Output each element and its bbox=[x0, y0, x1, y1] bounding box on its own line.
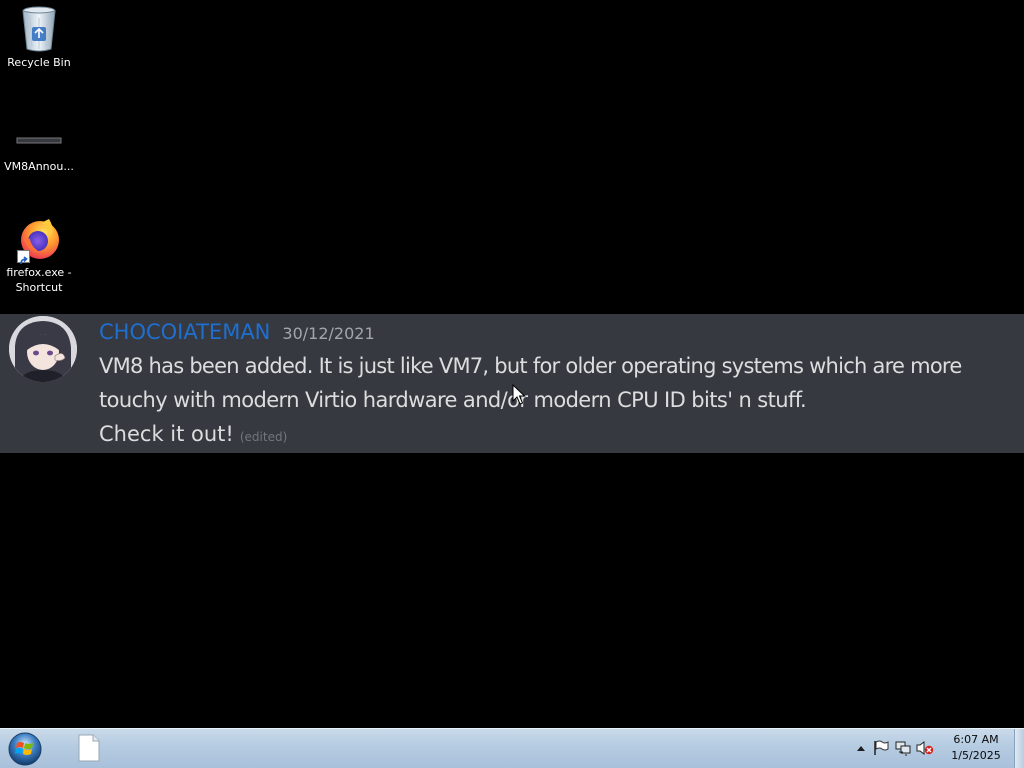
desktop-icon-recycle-bin[interactable]: Recycle Bin bbox=[0, 5, 78, 70]
windows-orb-icon bbox=[8, 732, 42, 766]
desktop-icon-label: Recycle Bin bbox=[7, 56, 71, 69]
taskbar-item-document[interactable] bbox=[64, 730, 114, 766]
edited-indicator: (edited) bbox=[239, 430, 288, 444]
firefox-icon bbox=[15, 215, 63, 265]
start-button[interactable] bbox=[5, 731, 45, 767]
notification-area: 6:07 AM 1/5/2025 bbox=[852, 729, 1012, 767]
recycle-bin-icon bbox=[15, 5, 63, 53]
desktop-icon-label: firefox.exe - Shortcut bbox=[6, 266, 72, 294]
message-line-final: Check it out! (edited) bbox=[99, 417, 1014, 454]
blank-document-icon bbox=[78, 734, 100, 762]
desktop-icon-label: VM8Annou... bbox=[4, 160, 74, 173]
desktop-icon-firefox-shortcut[interactable]: firefox.exe - Shortcut bbox=[0, 215, 78, 295]
network-icon[interactable] bbox=[894, 739, 912, 757]
author-avatar bbox=[9, 316, 77, 382]
clock-time: 6:07 AM bbox=[953, 733, 999, 746]
clock[interactable]: 6:07 AM 1/5/2025 bbox=[946, 732, 1006, 764]
message-line: VM8 has been added. It is just like VM7,… bbox=[99, 354, 962, 378]
message-timestamp: 30/12/2021 bbox=[282, 324, 375, 343]
message-line: Check it out! bbox=[99, 422, 234, 446]
taskbar: 6:07 AM 1/5/2025 bbox=[0, 728, 1024, 768]
show-desktop-button[interactable] bbox=[1014, 729, 1024, 768]
shortcut-arrow-icon bbox=[17, 250, 30, 265]
desktop-icon-vm8-announcement[interactable]: VM8Annou... bbox=[0, 125, 78, 174]
action-center-flag-icon[interactable] bbox=[872, 739, 890, 757]
message-line: touchy with modern Virtio hardware and/o… bbox=[99, 388, 807, 412]
volume-muted-icon[interactable] bbox=[916, 739, 934, 757]
desktop: Recycle Bin VM8Annou... firefox.exe - Sh… bbox=[0, 0, 1024, 768]
show-hidden-icons-arrow[interactable] bbox=[854, 739, 868, 757]
author-name: CHOCOIATEMAN bbox=[99, 320, 271, 344]
message-body: VM8 has been added. It is just like VM7,… bbox=[99, 349, 1014, 454]
clock-date: 1/5/2025 bbox=[951, 749, 1001, 762]
image-file-icon bbox=[15, 125, 63, 157]
message-header: CHOCOIATEMAN 30/12/2021 bbox=[99, 320, 375, 344]
